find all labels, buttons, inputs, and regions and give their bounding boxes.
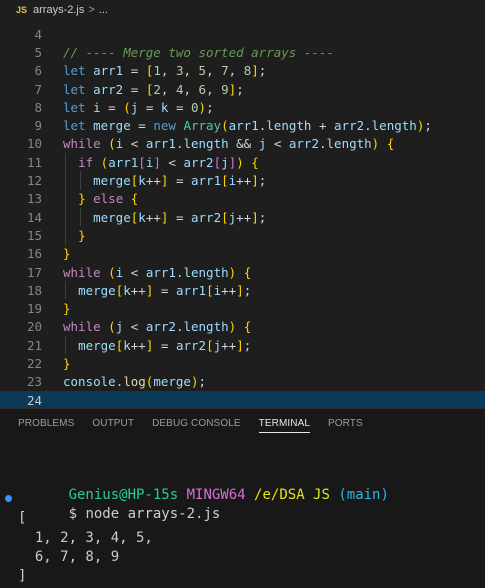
terminal-output-line: [ [18,510,27,526]
code-line[interactable]: 6 let arr1 = [1, 3, 5, 7, 8]; [0,62,485,80]
line-number: 4 [34,26,42,42]
code-text: while (i < arr1.length && j < arr2.lengt… [63,136,395,152]
line-number: 20 [26,319,42,335]
bottom-panel: PROBLEMS OUTPUT DEBUG CONSOLE TERMINAL PORTS… [0,408,485,588]
code-line[interactable]: 18 merge[k++] = arr1[i++]; [0,281,485,300]
line-number: 16 [26,246,42,262]
code-line[interactable]: 4 [0,25,485,43]
code-line[interactable]: 8 let i = (j = k = 0); [0,98,485,116]
code-line[interactable]: 19} [0,300,485,318]
line-number: 24 [26,392,42,408]
javascript-file-icon: JS [16,5,28,15]
line-number: 15 [26,227,42,243]
code-line[interactable]: 20 while (j < arr2.length) { [0,318,485,336]
code-text: } [63,356,71,372]
code-text: merge[k++] = arr1[i++]; [78,282,252,298]
terminal-command: node arrays-2.js [85,506,221,522]
terminal-output-line: 6, 7, 8, 9 [18,549,120,565]
line-number: 10 [26,136,42,152]
breadcrumb-more[interactable]: ... [99,4,108,16]
tab-output[interactable]: OUTPUT [92,409,134,437]
code-line[interactable]: 9 let merge = new Array(arr1.length + arr… [0,117,485,135]
code-line[interactable]: 5 // ---- Merge two sorted arrays ---- [0,43,485,61]
terminal-output-line: ] [18,568,27,584]
command-decoration-icon[interactable] [5,495,12,502]
tab-ports[interactable]: PORTS [328,409,363,437]
code-text: } else { [78,191,139,207]
code-line[interactable]: 11 if (arr1[i] < arr2[j]) { [0,153,485,172]
code-text: merge[k++] = arr2[j++]; [78,337,252,353]
terminal-output-line: 1, 2, 3, 4, 5, [18,530,153,546]
code-text: } [63,246,71,262]
tab-debug-console[interactable]: DEBUG CONSOLE [152,409,241,437]
line-number: 21 [26,337,42,353]
code-text: console.log(merge); [63,374,207,390]
line-number: 19 [26,301,42,317]
terminal-prompt: $ [68,506,78,522]
code-text: while (j < arr2.length) { [63,319,252,335]
code-line[interactable]: 13 } else { [0,189,485,208]
code-line[interactable]: 7 let arr2 = [2, 4, 6, 9]; [0,80,485,98]
code-line[interactable]: 24 [0,391,485,408]
line-number: 17 [26,264,42,280]
line-number: 23 [26,374,42,390]
code-line[interactable]: 15 } [0,226,485,245]
line-number: 7 [34,81,42,97]
line-number: 18 [26,282,42,298]
code-line[interactable]: 21 merge[k++] = arr2[j++]; [0,336,485,355]
code-line[interactable]: 23 console.log(merge); [0,373,485,391]
code-line[interactable]: 16} [0,245,485,263]
code-text: let merge = new Array(arr1.length + arr2… [63,118,432,134]
line-number: 5 [34,44,42,60]
tab-terminal[interactable]: TERMINAL [258,409,311,437]
code-line[interactable]: 10 while (i < arr1.length && j < arr2.len… [0,135,485,153]
terminal-branch: (main) [338,487,389,503]
line-number: 11 [26,154,42,170]
code-text: } [78,227,86,243]
panel-tabs: PROBLEMS OUTPUT DEBUG CONSOLE TERMINAL PORTS [0,409,485,437]
code-line[interactable]: 17 while (i < arr1.length) { [0,263,485,281]
code-text: } [63,301,71,317]
terminal[interactable]: Genius@HP-15s MINGW64 /e/DSA JS (main) $… [0,437,485,588]
line-number: 14 [26,209,42,225]
breadcrumb-file-name[interactable]: arrays-2.js [33,4,84,16]
code-text: let i = (j = k = 0); [63,99,214,115]
code-text: merge[k++] = arr2[j++]; [93,209,267,225]
code-editor[interactable]: 4 5 // ---- Merge two sorted arrays ---- 6 l… [0,20,485,408]
code-line[interactable]: 22} [0,354,485,372]
code-text: merge[k++] = arr1[i++]; [93,173,267,189]
line-number: 13 [26,191,42,207]
breadcrumb: JS arrays-2.js > ... [0,0,485,20]
line-number: 12 [26,173,42,189]
line-number: 22 [26,356,42,372]
code-text: let arr2 = [2, 4, 6, 9]; [63,81,244,97]
chevron-right-icon: > [88,4,95,16]
code-text: while (i < arr1.length) { [63,264,252,280]
code-text: if (arr1[i] < arr2[j]) { [78,154,259,170]
line-number: 6 [34,63,42,79]
terminal-path: /e/DSA JS [254,487,330,503]
code-line[interactable]: 14 merge[k++] = arr2[j++]; [0,208,485,227]
code-line[interactable]: 12 merge[k++] = arr1[i++]; [0,171,485,190]
code-text: // ---- Merge two sorted arrays ---- [63,44,334,60]
line-number: 9 [34,118,42,134]
tab-problems[interactable]: PROBLEMS [18,409,74,437]
code-text: let arr1 = [1, 3, 5, 7, 8]; [63,63,267,79]
line-number: 8 [34,99,42,115]
